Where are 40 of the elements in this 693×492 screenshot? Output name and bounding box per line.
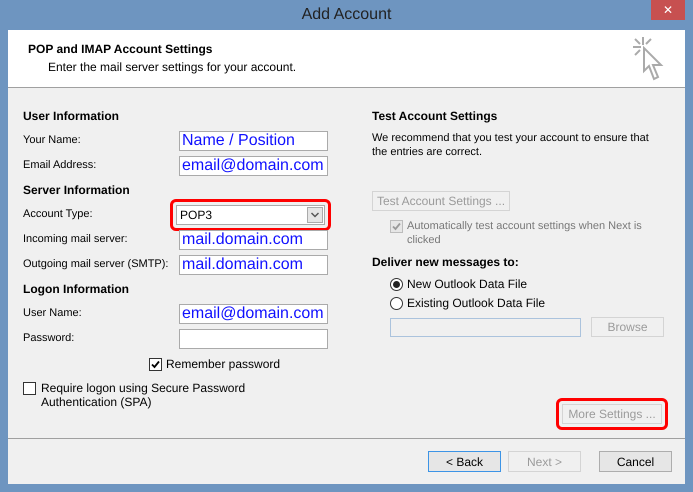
radio-label: Existing Outlook Data File: [407, 295, 546, 312]
input-field[interactable]: mail.domain.com: [179, 230, 328, 250]
checkmark-icon: [151, 360, 160, 368]
section-heading: Test Account Settings: [372, 108, 498, 125]
wizard-button[interactable]: < Back: [428, 451, 501, 472]
radio-label: New Outlook Data File: [407, 276, 528, 293]
field-label: Incoming mail server:: [23, 232, 129, 248]
test-description: We recommend that you test your account to ensure that the entries are correct.: [372, 131, 650, 159]
section-heading: Deliver new messages to:: [372, 254, 520, 271]
chevron-down-icon: [307, 206, 323, 222]
account-type-dropdown[interactable]: POP3: [176, 204, 325, 224]
field-label: Outgoing mail server (SMTP):: [23, 257, 170, 272]
checkbox-label: Remember password: [166, 356, 280, 373]
input-field[interactable]: mail.domain.com: [179, 254, 328, 274]
cursor-click-icon: [631, 35, 665, 83]
header-title: POP and IMAP Account Settings: [28, 41, 214, 58]
input-field[interactable]: [179, 328, 328, 348]
radio-button[interactable]: [390, 278, 403, 290]
wizard-button[interactable]: Cancel: [599, 451, 672, 472]
checkbox-label: Require logon using Secure Password Authentication (SPA): [41, 381, 246, 409]
input-field[interactable]: email@domain.com: [179, 304, 328, 324]
field-label: Email Address:: [23, 158, 98, 174]
section-heading: User Information: [23, 108, 120, 125]
checkmark-icon: [392, 222, 401, 231]
input-field[interactable]: Name / Position: [179, 130, 328, 150]
section-heading: Server Information: [23, 182, 131, 199]
field-label: User Name:: [23, 306, 83, 322]
radio-button[interactable]: [390, 296, 403, 310]
window-title: Add Account: [302, 5, 392, 25]
checkbox[interactable]: [149, 358, 162, 370]
checkbox-label: Automatically test account settings when Next is clicked: [407, 219, 643, 247]
section-heading: Logon Information: [23, 281, 130, 298]
input-field[interactable]: email@domain.com: [179, 156, 328, 176]
field-label: Password:: [23, 331, 76, 346]
checkbox[interactable]: [23, 382, 36, 395]
data-file-path-field[interactable]: [390, 318, 581, 336]
field-label: Your Name:: [23, 133, 82, 148]
close-button[interactable]: ✕: [651, 0, 685, 20]
header-subtitle: Enter the mail server settings for your account.: [48, 59, 296, 76]
field-label: Account Type:: [23, 207, 94, 222]
